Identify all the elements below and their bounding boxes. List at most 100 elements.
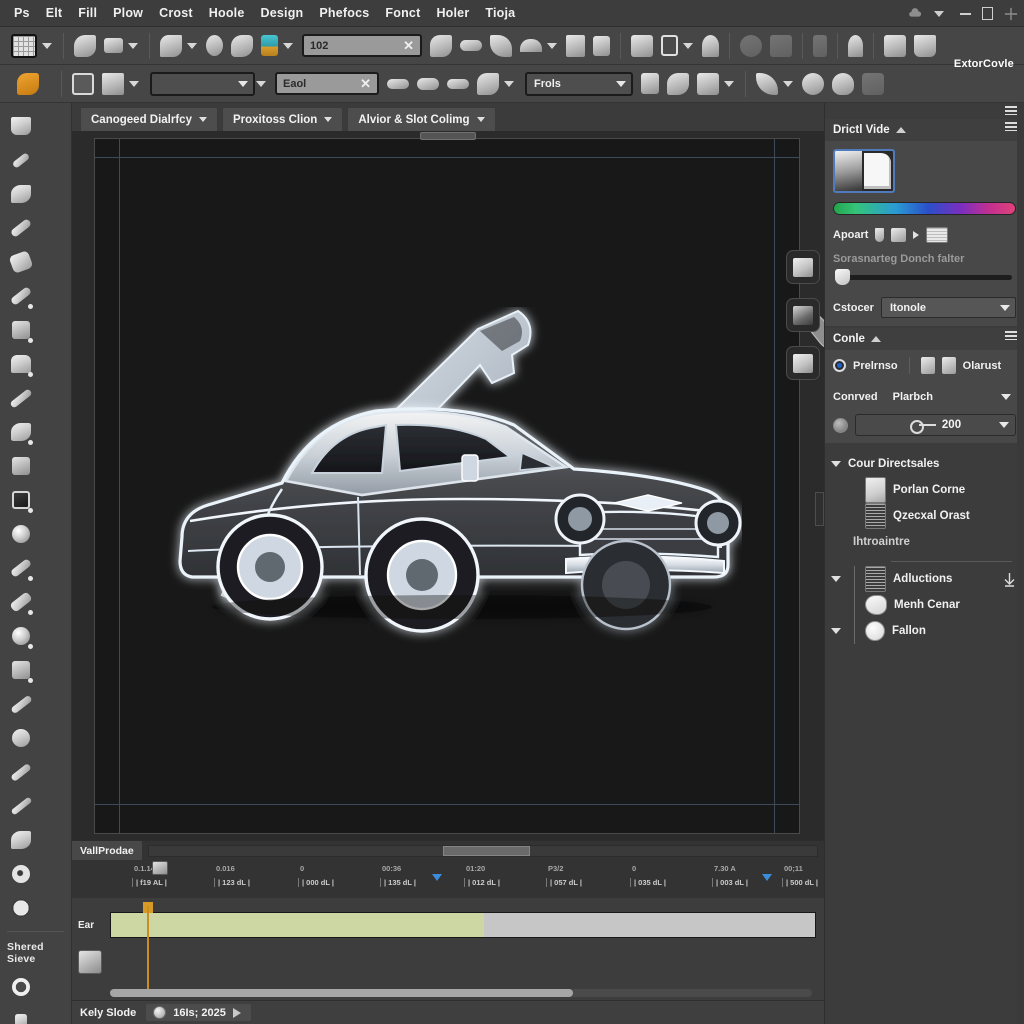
render-preview-button[interactable] <box>786 346 820 380</box>
keyframe-marker-icon-2[interactable] <box>762 874 772 881</box>
person-icon[interactable] <box>848 34 863 57</box>
select-one-extra-chevron-icon[interactable] <box>256 80 266 87</box>
secondary-clear-icon[interactable]: ✕ <box>360 76 371 92</box>
warp-chevron-icon[interactable] <box>504 80 514 87</box>
timeline-scrollbar[interactable] <box>147 844 818 857</box>
mask-row[interactable]: Menh Cenar <box>831 592 1016 618</box>
fish-icon[interactable] <box>6 585 36 619</box>
document-tab-2[interactable]: Alvior & Slot Colimg <box>347 107 496 131</box>
selection-handle[interactable] <box>420 132 476 140</box>
flip-icon[interactable] <box>770 34 792 57</box>
workspace-icon[interactable] <box>1004 7 1018 21</box>
swoosh-icon[interactable] <box>447 78 469 89</box>
clip-thumbnail[interactable] <box>78 950 102 974</box>
brush-icon[interactable] <box>430 34 452 57</box>
track-progress-bar[interactable] <box>110 912 816 938</box>
foreground-background-swatch[interactable] <box>833 149 895 193</box>
secondary-select-one[interactable] <box>150 71 255 96</box>
menu-item-4[interactable]: Crost <box>151 3 201 23</box>
gradient-chevron-icon[interactable] <box>283 42 293 49</box>
text-icon[interactable] <box>813 34 827 57</box>
layer-add-icon[interactable] <box>102 72 124 95</box>
path-icon[interactable] <box>160 34 182 57</box>
wing-icon[interactable] <box>756 72 778 95</box>
panel-menu-icon[interactable] <box>1005 106 1017 115</box>
frame-icon[interactable] <box>6 483 36 517</box>
panel-icon[interactable] <box>982 7 993 20</box>
properties-panel-header[interactable]: Drictl Vide <box>825 119 1024 141</box>
brush-icon[interactable] <box>6 279 36 313</box>
layer-preview-button[interactable] <box>786 250 820 284</box>
menu-item-6[interactable]: Design <box>253 3 312 23</box>
rainbow-gradient-bar[interactable] <box>833 202 1016 215</box>
properties-menu-icon[interactable] <box>1005 122 1017 131</box>
arrow-right-icon[interactable] <box>913 231 920 239</box>
stamp-icon[interactable] <box>6 313 36 347</box>
magnifier-icon[interactable] <box>6 970 36 1004</box>
undo-icon[interactable] <box>387 78 409 89</box>
menu-item-5[interactable]: Hoole <box>201 3 253 23</box>
bucket-icon[interactable] <box>6 347 36 381</box>
cloud-icon[interactable] <box>908 7 922 21</box>
eraser-icon[interactable] <box>6 245 36 279</box>
secondary-search-field[interactable]: Eaol ✕ <box>275 72 379 95</box>
timeline-tab[interactable]: VallProdae <box>72 841 142 860</box>
pencil-icon[interactable] <box>6 789 36 823</box>
layer-group-row[interactable]: Cour Directsales <box>831 451 1016 477</box>
mode-select[interactable]: Itonole <box>880 297 1016 318</box>
mouse-icon[interactable] <box>6 517 36 551</box>
camera-icon[interactable] <box>884 34 906 57</box>
grid-icon[interactable] <box>11 33 37 58</box>
wing-chevron-icon[interactable] <box>783 80 793 87</box>
snowflake-icon[interactable] <box>802 72 824 95</box>
group-disclosure-icon[interactable] <box>831 461 841 467</box>
clear-icon[interactable]: ✕ <box>403 38 414 54</box>
control-collapse-icon[interactable] <box>870 336 881 342</box>
mask-preview-button[interactable] <box>786 298 820 332</box>
menu-item-2[interactable]: Fill <box>70 3 105 23</box>
slider-knob[interactable] <box>835 269 850 285</box>
spiral-icon[interactable] <box>6 857 36 891</box>
timeline-horizontal-scrollbar[interactable] <box>110 989 812 997</box>
frame-icon[interactable] <box>661 35 678 56</box>
count-knob-icon[interactable] <box>833 417 848 433</box>
menu-item-0[interactable]: Ps <box>6 3 38 23</box>
filter-slider[interactable] <box>833 269 1016 285</box>
grid-chevron-icon[interactable] <box>42 42 52 49</box>
control-menu-icon[interactable] <box>1005 331 1017 340</box>
gradient-icon[interactable] <box>261 35 278 56</box>
layer-item-0[interactable]: Porlan Corne <box>831 477 1016 503</box>
adjustments-row[interactable]: Adluctions <box>831 566 1016 592</box>
move-icon[interactable] <box>6 891 36 925</box>
marquee-chevron-icon[interactable] <box>128 42 138 49</box>
scissors-icon[interactable] <box>6 415 36 449</box>
arrow-icon[interactable] <box>490 34 512 57</box>
menu-item-1[interactable]: Elt <box>38 3 71 23</box>
layer-item-1[interactable]: Qzecxal Orast <box>831 503 1016 529</box>
menu-item-8[interactable]: Fonct <box>377 3 428 23</box>
image-icon[interactable] <box>697 72 719 95</box>
rotate-icon[interactable] <box>740 34 762 57</box>
mask-icon[interactable] <box>17 72 39 95</box>
control-field-select[interactable]: Plarbch <box>885 386 1016 407</box>
menu-item-9[interactable]: Holer <box>428 3 477 23</box>
pen-icon[interactable] <box>702 34 719 57</box>
preset-thumb-icon[interactable] <box>926 227 949 243</box>
pin-icon[interactable] <box>6 143 36 177</box>
printer-icon[interactable] <box>6 653 36 687</box>
artboard-icon[interactable] <box>72 72 94 95</box>
crop-icon[interactable] <box>6 449 36 483</box>
list-icon[interactable] <box>593 35 610 56</box>
marquee-icon[interactable] <box>104 38 123 53</box>
right-edge-scrollbar[interactable] <box>1017 103 1024 1024</box>
tab-chevron-icon-3[interactable] <box>476 117 485 122</box>
classic-car-with-wrench-artwork[interactable] <box>162 307 742 707</box>
timeline-ruler[interactable]: 0.1.14 0.016 0 00:36 01:20 P3/2 0 7.30 A… <box>72 860 824 898</box>
ruler-icon[interactable] <box>6 211 36 245</box>
lasso-icon[interactable] <box>74 34 96 57</box>
tab-chevron-icon[interactable] <box>198 117 207 122</box>
control-panel-header[interactable]: Conle <box>825 328 1024 350</box>
frame-chevron-icon[interactable] <box>683 42 693 49</box>
cart-icon[interactable] <box>631 34 653 57</box>
menu-item-10[interactable]: Tioja <box>477 3 523 23</box>
